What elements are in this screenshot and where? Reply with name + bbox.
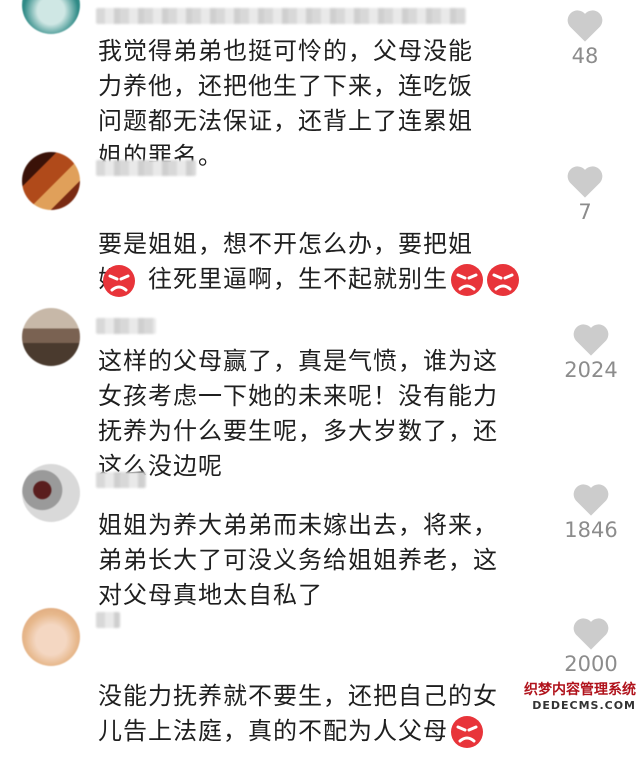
comment-text: 没能力抚养就不要生，还把自己的女 儿告上法庭，真的不配为人父母: [98, 644, 568, 749]
angry-emoji: [450, 715, 484, 749]
heart-icon: [573, 324, 609, 356]
username-blurred[interactable]: [96, 160, 196, 176]
angry-emoji: [102, 264, 136, 298]
username-blurred[interactable]: [96, 612, 120, 628]
avatar[interactable]: [22, 308, 80, 366]
like-count: 2000: [564, 652, 618, 676]
angry-emoji: [450, 263, 484, 297]
heart-icon: [567, 166, 603, 198]
like-count: 1846: [564, 518, 618, 542]
comment-text: 要是姐姐，想不开怎么办，要把姐 姐，往死里逼啊，生不起就别生: [98, 192, 538, 297]
like-count: 2024: [564, 358, 618, 382]
like-button[interactable]: 2024: [550, 322, 632, 382]
username-blurred[interactable]: [96, 8, 466, 24]
like-button[interactable]: 1846: [550, 482, 632, 542]
comment-text-body: 要是姐姐，想不开怎么办，要把姐 姐，往死里逼啊，生不起就别生: [98, 230, 473, 293]
comment-text: 姐姐为养大弟弟而未嫁出去，将来， 弟弟长大了可没义务给姐姐养老，这 对父母真地太…: [98, 511, 498, 609]
angry-emoji: [486, 263, 520, 297]
avatar[interactable]: [22, 0, 80, 34]
avatar[interactable]: [22, 152, 80, 210]
like-button[interactable]: 48: [550, 8, 620, 68]
watermark: 织梦内容管理系统 DEDECMS.COM: [524, 679, 636, 712]
avatar[interactable]: [22, 464, 80, 522]
heart-icon: [573, 484, 609, 516]
like-count: 48: [571, 44, 599, 68]
comment-text: 我觉得弟弟也挺可怜的，父母没能 力养他，还把他生了下来，连吃饭 问题都无法保证，…: [98, 37, 473, 170]
comment-text: 这样的父母赢了，真是气愤，谁为这 女孩考虑一下她的未来呢！没有能力 抚养为什么要…: [98, 347, 498, 480]
heart-icon: [573, 618, 609, 650]
heart-icon: [567, 10, 603, 42]
watermark-en: DEDECMS.COM: [532, 699, 636, 712]
like-count: 7: [578, 200, 592, 224]
comment-text-body: 没能力抚养就不要生，还把自己的女 儿告上法庭，真的不配为人父母: [98, 682, 498, 745]
avatar[interactable]: [22, 608, 80, 666]
like-button[interactable]: 2000: [550, 616, 632, 676]
watermark-cn: 织梦内容管理系统: [524, 682, 636, 698]
username-blurred[interactable]: [96, 472, 146, 488]
like-button[interactable]: 7: [550, 164, 620, 224]
username-blurred[interactable]: [96, 318, 156, 334]
